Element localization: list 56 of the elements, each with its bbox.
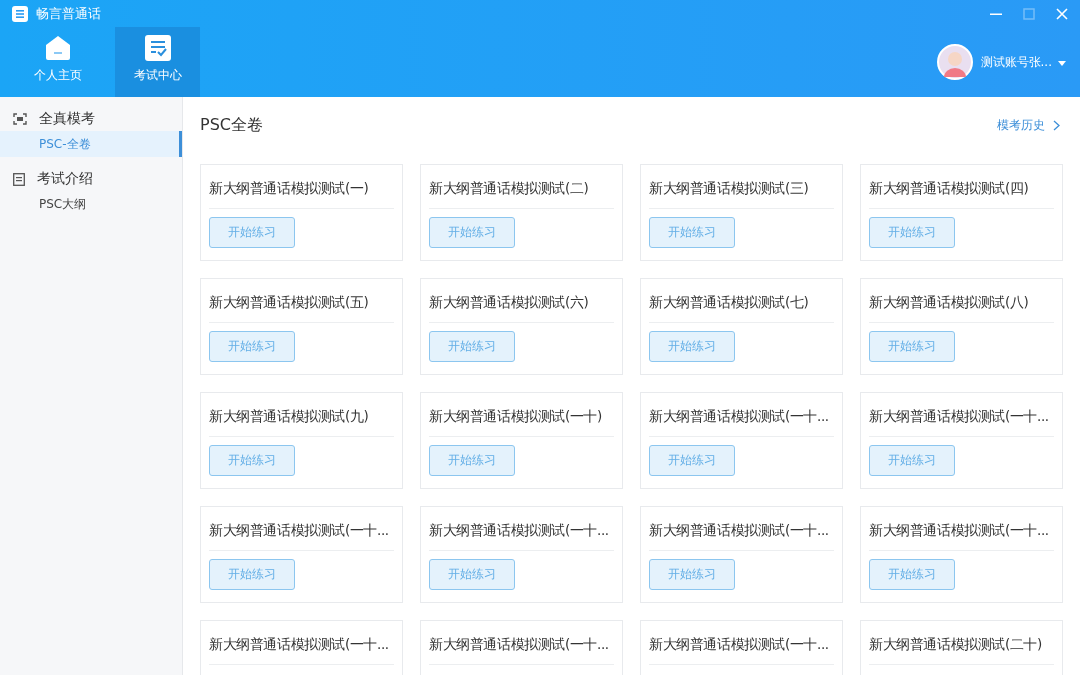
start-practice-button[interactable]: 开始练习: [649, 331, 735, 362]
test-title: 新大纲普通话模拟测试(一十...: [209, 635, 390, 654]
sidebar-group-label: 全真模考: [39, 110, 95, 128]
nav-tab[interactable]: 个人主页: [0, 27, 115, 97]
app-logo-icon: [12, 5, 28, 22]
chevron-right-icon: [1053, 119, 1060, 131]
maximize-icon: [1023, 7, 1035, 20]
nav-tab[interactable]: 考试中心: [115, 27, 200, 97]
test-title: 新大纲普通话模拟测试(一十...: [649, 407, 830, 426]
test-title: 新大纲普通话模拟测试(一十...: [869, 521, 1050, 540]
start-practice-button[interactable]: 开始练习: [649, 445, 735, 476]
start-practice-button[interactable]: 开始练习: [209, 217, 295, 248]
caret-icon: [1058, 61, 1066, 66]
test-title: 新大纲普通话模拟测试(九): [209, 407, 370, 426]
test-title: 新大纲普通话模拟测试(三): [649, 179, 810, 198]
start-practice-button[interactable]: 开始练习: [649, 559, 735, 590]
test-title: 新大纲普通话模拟测试(一): [209, 179, 370, 198]
test-title: 新大纲普通话模拟测试(一十...: [429, 521, 610, 540]
test-title: 新大纲普通话模拟测试(五): [209, 293, 370, 312]
start-practice-button[interactable]: 开始练习: [869, 217, 955, 248]
test-title: 新大纲普通话模拟测试(一十...: [429, 635, 610, 654]
start-practice-button[interactable]: 开始练习: [209, 445, 295, 476]
house-icon: [44, 34, 71, 61]
sidebar-item[interactable]: PSC-全卷: [0, 131, 182, 157]
start-practice-button[interactable]: 开始练习: [869, 445, 955, 476]
sidebar-group-label: 考试介绍: [37, 170, 93, 188]
start-practice-button[interactable]: 开始练习: [429, 217, 515, 248]
start-practice-button[interactable]: 开始练习: [209, 331, 295, 362]
test-title: 新大纲普通话模拟测试(一十...: [869, 407, 1050, 426]
start-practice-button[interactable]: 开始练习: [429, 445, 515, 476]
close-icon: [1056, 7, 1068, 20]
avatar-icon: [936, 44, 973, 80]
history-link[interactable]: 模考历史: [997, 116, 1060, 134]
test-title: 新大纲普通话模拟测试(八): [869, 293, 1030, 312]
test-title: 新大纲普通话模拟测试(一十...: [649, 635, 830, 654]
checklist-icon: [144, 34, 171, 61]
sidebar-item[interactable]: PSC大纲: [0, 191, 182, 217]
document-icon: [13, 172, 25, 186]
start-practice-button[interactable]: 开始练习: [649, 217, 735, 248]
start-practice-button[interactable]: 开始练习: [429, 559, 515, 590]
page-title: PSC全卷: [200, 114, 263, 136]
test-title: 新大纲普通话模拟测试(七): [649, 293, 810, 312]
scan-icon: [13, 113, 27, 125]
window-title: 畅言普通话: [36, 4, 101, 23]
start-practice-button[interactable]: 开始练习: [869, 331, 955, 362]
test-title: 新大纲普通话模拟测试(一十...: [209, 521, 390, 540]
test-title: 新大纲普通话模拟测试(二): [429, 179, 590, 198]
test-title: 新大纲普通话模拟测试(四): [869, 179, 1030, 198]
test-title: 新大纲普通话模拟测试(二十): [869, 635, 1043, 654]
test-title: 新大纲普通话模拟测试(一十...: [649, 521, 830, 540]
start-practice-button[interactable]: 开始练习: [429, 331, 515, 362]
start-practice-button[interactable]: 开始练习: [869, 559, 955, 590]
start-practice-button[interactable]: 开始练习: [209, 559, 295, 590]
user-menu[interactable]: 测试账号张...: [980, 53, 1066, 71]
test-title: 新大纲普通话模拟测试(一十): [429, 407, 603, 426]
test-title: 新大纲普通话模拟测试(六): [429, 293, 590, 312]
